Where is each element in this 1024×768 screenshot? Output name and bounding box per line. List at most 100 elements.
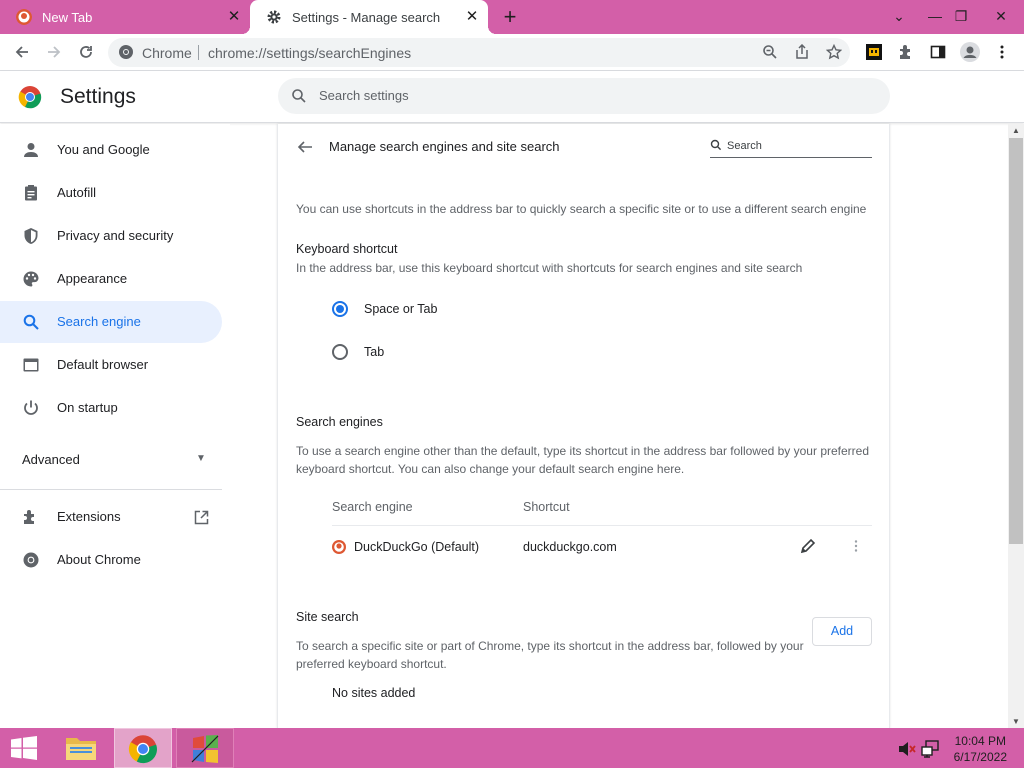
folder-icon bbox=[66, 738, 96, 760]
caret-down-icon[interactable]: ▼ bbox=[196, 453, 206, 464]
intro-text: You can use shortcuts in the address bar… bbox=[296, 202, 867, 216]
tab-label: New Tab bbox=[42, 9, 93, 25]
subpage-title: Manage search engines and site search bbox=[329, 139, 560, 154]
scroll-down-icon[interactable]: ▼ bbox=[1012, 717, 1020, 726]
settings-search-input[interactable]: Search settings bbox=[278, 78, 890, 114]
search-engines-card: Manage search engines and site search Se… bbox=[277, 124, 890, 728]
sidebar-item-default-browser[interactable]: Default browser bbox=[0, 344, 222, 386]
sidebar-item-search-engine[interactable]: Search engine bbox=[0, 301, 222, 343]
arrow-left-icon bbox=[15, 46, 28, 58]
duckduckgo-icon bbox=[332, 540, 346, 554]
side-panel-button[interactable] bbox=[926, 40, 950, 64]
sidebar-item-you-and-google[interactable]: You and Google bbox=[0, 129, 222, 171]
search-engines-description: keyboard shortcut. You can also change y… bbox=[296, 462, 685, 476]
more-actions-icon[interactable] bbox=[849, 539, 863, 553]
windows-taskbar: 10:04 PM 6/17/2022 bbox=[0, 728, 1024, 768]
radio-space-or-tab[interactable] bbox=[332, 301, 348, 317]
forward-button[interactable] bbox=[42, 40, 66, 64]
page-title: Settings bbox=[60, 85, 136, 108]
sidebar-item-label: Search engine bbox=[57, 314, 141, 329]
duckduckgo-icon bbox=[16, 9, 32, 25]
search-icon bbox=[292, 89, 306, 103]
chrome-logo-icon bbox=[18, 86, 42, 109]
search-engines-heading: Search engines bbox=[296, 415, 383, 429]
volume-muted-icon[interactable] bbox=[898, 741, 916, 757]
sidebar-item-extensions[interactable]: Extensions bbox=[0, 496, 222, 538]
sidebar-item-on-startup[interactable]: On startup bbox=[0, 387, 222, 429]
engine-shortcut: duckduckgo.com bbox=[523, 540, 617, 554]
sidebar-item-label: Appearance bbox=[57, 271, 128, 286]
add-site-search-button[interactable]: Add bbox=[812, 617, 872, 646]
avatar-icon bbox=[960, 42, 980, 62]
scroll-up-icon[interactable]: ▲ bbox=[1012, 126, 1020, 135]
sidebar-item-about-chrome[interactable]: About Chrome bbox=[0, 539, 222, 581]
settings-sidebar: You and Google Autofill Privacy and secu… bbox=[0, 124, 230, 728]
sidebar-divider bbox=[0, 489, 222, 490]
back-button[interactable] bbox=[10, 40, 34, 64]
tab-label: Settings - Manage search engine bbox=[292, 9, 442, 25]
close-icon[interactable]: ✕ bbox=[226, 9, 242, 25]
sidebar-item-label: Autofill bbox=[57, 185, 97, 200]
start-button[interactable] bbox=[0, 728, 48, 768]
restore-button[interactable]: ❐ bbox=[944, 0, 978, 34]
network-icon[interactable] bbox=[921, 740, 939, 758]
sidebar-advanced[interactable]: Advanced bbox=[22, 452, 80, 467]
app-extension-icon bbox=[866, 44, 882, 60]
new-tab-button[interactable]: + bbox=[500, 6, 520, 28]
url-text[interactable]: chrome://settings/searchEngines bbox=[208, 45, 411, 61]
radio-tab[interactable] bbox=[332, 344, 348, 360]
extension-app-button[interactable] bbox=[862, 40, 886, 64]
close-window-button[interactable]: ✕ bbox=[984, 0, 1018, 34]
zoom-icon[interactable] bbox=[762, 44, 778, 60]
system-clock[interactable]: 10:04 PM 6/17/2022 bbox=[954, 733, 1007, 765]
kebab-menu-icon bbox=[1000, 45, 1004, 59]
reload-icon bbox=[80, 46, 92, 58]
sidebar-item-autofill[interactable]: Autofill bbox=[0, 172, 222, 214]
back-arrow-icon[interactable] bbox=[296, 138, 314, 156]
keyboard-shortcut-heading: Keyboard shortcut bbox=[296, 242, 398, 256]
star-icon[interactable] bbox=[826, 44, 842, 60]
palette-icon bbox=[23, 271, 39, 287]
shield-icon bbox=[24, 228, 38, 244]
puzzle-icon bbox=[24, 510, 34, 524]
sidebar-item-label: Extensions bbox=[57, 509, 121, 524]
search-engines-description: To use a search engine other than the de… bbox=[296, 444, 870, 458]
sidebar-item-privacy[interactable]: Privacy and security bbox=[0, 215, 222, 257]
search-placeholder: Search settings bbox=[319, 88, 409, 103]
sidebar-item-label: Privacy and security bbox=[57, 228, 174, 243]
taskbar-app[interactable] bbox=[176, 728, 234, 768]
sidebar-item-label: About Chrome bbox=[57, 552, 141, 567]
taskbar-chrome[interactable] bbox=[114, 728, 172, 768]
tab-settings[interactable]: Settings - Manage search engine ✕ bbox=[242, 0, 496, 34]
browser-toolbar: Chrome chrome://settings/searchEngines bbox=[0, 34, 1024, 71]
sidebar-item-label: You and Google bbox=[57, 142, 150, 157]
gear-icon bbox=[267, 10, 281, 24]
reload-button[interactable] bbox=[74, 40, 98, 64]
tab-search-chevron-icon[interactable]: ⌄ bbox=[882, 0, 916, 34]
radio-label: Tab bbox=[364, 345, 385, 359]
chrome-outline-icon bbox=[23, 552, 39, 568]
pencil-icon[interactable] bbox=[800, 538, 816, 554]
clock-date: 6/17/2022 bbox=[953, 750, 1007, 764]
search-engines-search-input[interactable]: Search bbox=[710, 136, 872, 158]
address-bar[interactable]: Chrome chrome://settings/searchEngines bbox=[108, 38, 850, 67]
scrollbar-thumb[interactable] bbox=[1009, 138, 1023, 544]
windows-app-icon bbox=[191, 735, 219, 763]
open-in-new-icon bbox=[194, 510, 209, 525]
menu-button[interactable] bbox=[990, 40, 1014, 64]
tab-strip: New Tab ✕ Settings - Manage search engin… bbox=[0, 0, 1024, 34]
clock-time: 10:04 PM bbox=[954, 734, 1006, 748]
share-icon[interactable] bbox=[794, 44, 810, 60]
sidebar-item-appearance[interactable]: Appearance bbox=[0, 258, 222, 300]
search-icon bbox=[710, 139, 722, 151]
extensions-button[interactable] bbox=[894, 40, 918, 64]
no-sites-text: No sites added bbox=[332, 686, 416, 700]
close-icon[interactable]: ✕ bbox=[464, 9, 480, 25]
side-panel-icon bbox=[930, 45, 946, 59]
tab-new-tab[interactable]: New Tab ✕ bbox=[0, 0, 250, 34]
profile-button[interactable] bbox=[958, 40, 982, 64]
page-scrollbar[interactable]: ▲ ▼ bbox=[1008, 124, 1024, 728]
taskbar-file-explorer[interactable] bbox=[58, 728, 104, 768]
arrow-right-icon bbox=[48, 46, 61, 58]
omnibox-divider bbox=[198, 45, 199, 60]
